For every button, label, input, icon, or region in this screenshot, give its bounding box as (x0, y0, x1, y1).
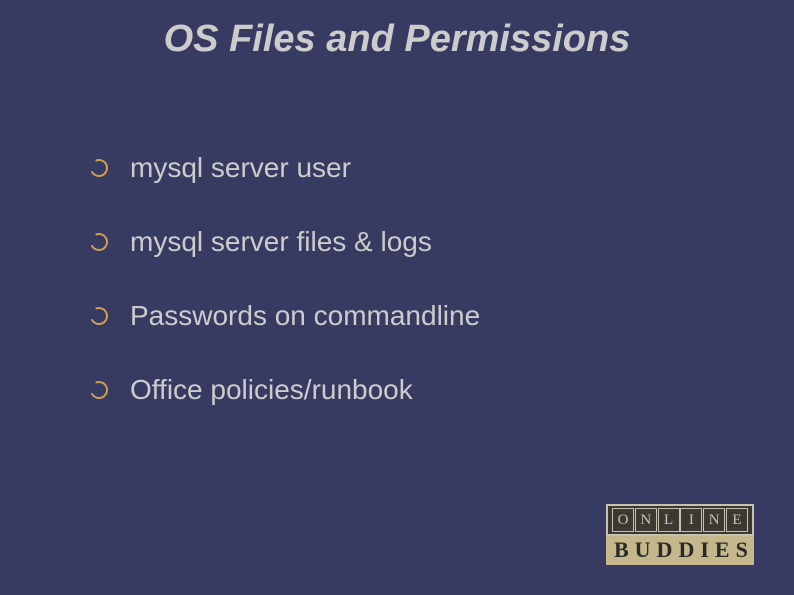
logo-bottom-row: BUDDIES (606, 536, 754, 565)
logo-letter: E (726, 508, 748, 532)
bullet-icon (87, 304, 110, 327)
bullet-text: mysql server user (130, 152, 351, 184)
logo-letter: N (703, 508, 725, 532)
bullet-text: Office policies/runbook (130, 374, 413, 406)
logo-letter: O (612, 508, 634, 532)
bullet-list: mysql server user mysql server files & l… (90, 152, 734, 448)
logo-top-row: O N L I N E (606, 504, 754, 536)
logo-letter: N (635, 508, 657, 532)
bullet-text: mysql server files & logs (130, 226, 432, 258)
logo-letter: I (680, 508, 702, 532)
bullet-item: mysql server files & logs (90, 226, 734, 258)
slide-title: OS Files and Permissions (0, 18, 794, 61)
bullet-item: mysql server user (90, 152, 734, 184)
bullet-icon (87, 156, 110, 179)
bullet-text: Passwords on commandline (130, 300, 480, 332)
logo: O N L I N E BUDDIES (606, 504, 754, 565)
slide: OS Files and Permissions mysql server us… (0, 0, 794, 595)
bullet-item: Office policies/runbook (90, 374, 734, 406)
logo-letter: L (658, 508, 680, 532)
bullet-icon (87, 230, 110, 253)
bullet-item: Passwords on commandline (90, 300, 734, 332)
bullet-icon (87, 378, 110, 401)
